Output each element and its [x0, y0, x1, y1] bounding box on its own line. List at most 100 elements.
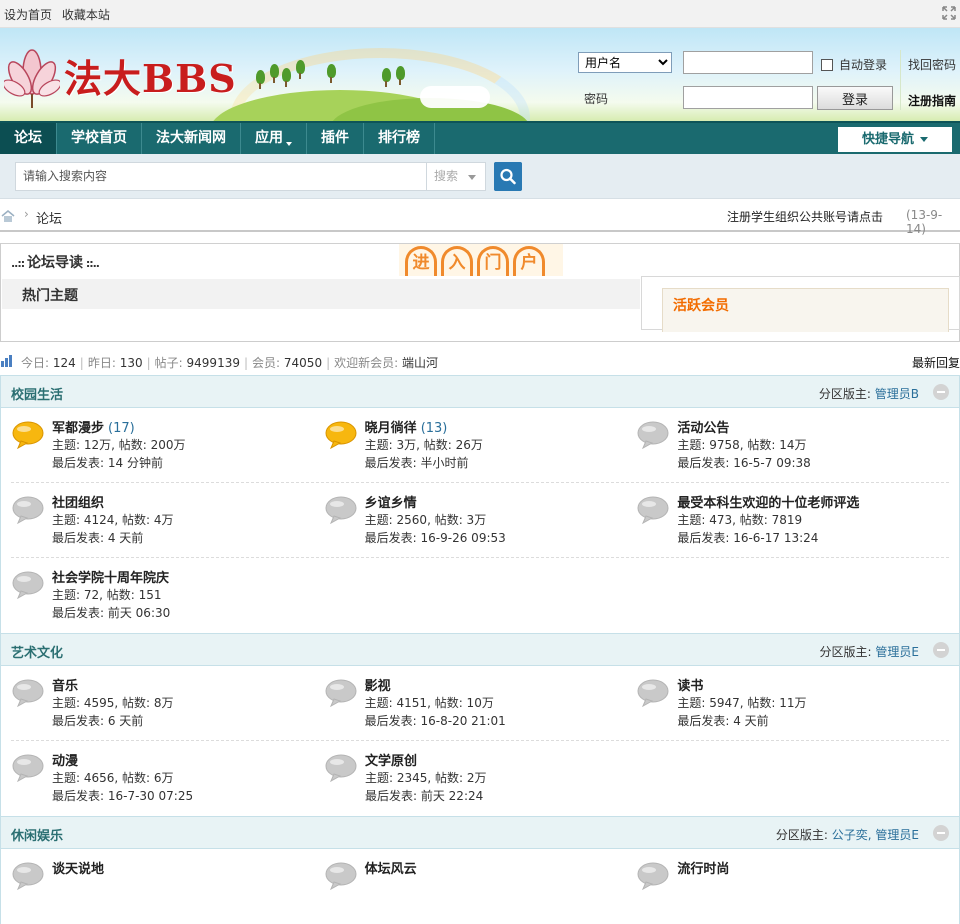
forum-last-post[interactable]: 最后发表: 4 天前 — [677, 712, 806, 730]
forum-title[interactable]: 活动公告 — [677, 421, 729, 436]
forum-name[interactable]: 乡谊乡情 — [365, 492, 417, 511]
register-guide-link[interactable]: 注册指南 — [908, 92, 956, 109]
auto-login-label: 自动登录 — [839, 58, 888, 72]
guide-title: ..:: 论坛导读 ::.. — [11, 252, 100, 272]
enter-portal-banner[interactable]: 进 入 门 户 — [399, 244, 563, 276]
find-password-link[interactable]: 找回密码 — [908, 56, 956, 73]
checkbox-icon[interactable] — [821, 58, 833, 71]
forum-last-post[interactable]: 最后发表: 16-5-7 09:38 — [677, 454, 810, 472]
stats-text: 今日: 124 | 昨日: 130 | 帖子: 9499139 | 会员: 74050 | 欢迎… — [21, 354, 438, 371]
forum-title[interactable]: 最受本科生欢迎的十位老师评选 — [677, 496, 859, 511]
nav-item-ranking[interactable]: 排行榜 — [364, 123, 435, 154]
forum-last-post[interactable]: 最后发表: 16-7-30 07:25 — [52, 787, 193, 805]
nav-item-news[interactable]: 法大新闻网 — [142, 123, 241, 154]
forum-last-post[interactable]: 最后发表: 前天 22:24 — [365, 787, 487, 805]
forum-name[interactable]: 军都漫步 (17) — [52, 417, 135, 436]
forum-title[interactable]: 体坛风云 — [365, 862, 417, 877]
pipe-divider: | — [243, 356, 249, 370]
set-home-link[interactable]: 设为首页 — [4, 8, 52, 22]
forum-name[interactable]: 流行时尚 — [677, 858, 729, 877]
forum-name[interactable]: 晓月徜徉 (13) — [365, 417, 448, 436]
forum-last-post[interactable]: 最后发表: 4 天前 — [52, 529, 174, 547]
home-icon[interactable] — [1, 210, 15, 222]
forum-title[interactable]: 军都漫步 — [52, 421, 104, 436]
forum-title[interactable]: 读书 — [677, 679, 703, 694]
site-logo-text[interactable]: 法大BBS — [64, 48, 237, 103]
search-button[interactable] — [494, 162, 522, 191]
new-posts-count: (13) — [420, 421, 448, 436]
moderator-link[interactable]: 管理员E — [875, 645, 919, 659]
forum-name[interactable]: 社团组织 — [52, 492, 104, 511]
forum-title[interactable]: 社团组织 — [52, 496, 104, 511]
forum-last-post[interactable]: 最后发表: 半小时前 — [365, 454, 483, 472]
forum-last-post[interactable]: 最后发表: 16-6-17 13:24 — [677, 529, 818, 547]
forum-name[interactable]: 最受本科生欢迎的十位老师评选 — [677, 492, 859, 511]
forum-name[interactable]: 动漫 — [52, 750, 78, 769]
new-member-link[interactable]: 端山河 — [402, 356, 438, 370]
section-name[interactable]: 休闲娱乐 — [11, 825, 63, 844]
forum-section: 休闲娱乐 分区版主: 公子奕, 管理员E 谈天说地 体坛风云 流行时尚 — [0, 816, 960, 924]
search-input[interactable]: 请输入搜索内容 — [15, 162, 427, 191]
forum-title[interactable]: 文学原创 — [365, 754, 417, 769]
forum-name[interactable]: 影视 — [365, 675, 391, 694]
magnolia-logo-icon[interactable] — [4, 44, 60, 108]
no-new-posts-bubble-icon — [12, 754, 44, 782]
latest-replies-link[interactable]: 最新回复 — [912, 354, 960, 371]
bookmark-link[interactable]: 收藏本站 — [62, 8, 110, 22]
forum-title[interactable]: 动漫 — [52, 754, 78, 769]
nav-item-forum[interactable]: 论坛 — [0, 123, 57, 154]
collapse-icon[interactable] — [933, 384, 949, 400]
collapse-icon[interactable] — [933, 825, 949, 841]
nav-item-plugins[interactable]: 插件 — [307, 123, 364, 154]
quick-nav-button[interactable]: 快捷导航 — [838, 127, 952, 152]
forum-title[interactable]: 影视 — [365, 679, 391, 694]
notice-link[interactable]: 注册学生组织公共账号请点击 — [727, 208, 883, 225]
collapse-icon[interactable] — [933, 642, 949, 658]
forum-title[interactable]: 音乐 — [52, 679, 78, 694]
forum-name[interactable]: 谈天说地 — [52, 858, 104, 877]
welcome-label: 欢迎新会员: — [334, 356, 399, 370]
forum-name[interactable]: 读书 — [677, 675, 703, 694]
forum-last-post[interactable]: 最后发表: 16-9-26 09:53 — [365, 529, 506, 547]
login-type-select[interactable]: 用户名 — [578, 52, 672, 73]
section-name[interactable]: 艺术文化 — [11, 642, 63, 661]
today-count: 124 — [52, 356, 76, 370]
active-members-tab[interactable]: 活跃会员 — [662, 288, 949, 332]
forum-name[interactable]: 音乐 — [52, 675, 78, 694]
forum-item: 社会学院十周年院庆 主题: 72, 帖数: 151 最后发表: 前天 06:30 — [11, 558, 324, 633]
forum-title[interactable]: 社会学院十周年院庆 — [52, 571, 169, 586]
login-button[interactable]: 登录 — [817, 86, 893, 110]
forum-title[interactable]: 乡谊乡情 — [365, 496, 417, 511]
tree-icon — [296, 60, 305, 79]
hot-topics-tab[interactable]: 热门主题 — [2, 279, 640, 309]
forum-name[interactable]: 文学原创 — [365, 750, 417, 769]
forum-title[interactable]: 晓月徜徉 — [365, 421, 417, 436]
forum-last-post[interactable]: 最后发表: 14 分钟前 — [52, 454, 186, 472]
forum-last-post[interactable]: 最后发表: 16-8-20 21:01 — [365, 712, 506, 730]
forum-stats: 主题: 3万, 帖数: 26万 — [364, 438, 483, 452]
forum-name[interactable]: 社会学院十周年院庆 — [52, 567, 169, 586]
breadcrumb-current[interactable]: 论坛 — [36, 208, 62, 227]
forum-last-post[interactable]: 最后发表: 6 天前 — [52, 712, 174, 730]
fullscreen-icon[interactable] — [942, 6, 956, 20]
forum-name[interactable]: 活动公告 — [677, 417, 729, 436]
forum-stats: 主题: 2560, 帖数: 3万 — [364, 513, 487, 527]
moderator-link[interactable]: 公子奕, 管理员E — [832, 828, 919, 842]
section-name[interactable]: 校园生活 — [11, 384, 63, 403]
forum-stats: 主题: 72, 帖数: 151 — [52, 588, 162, 602]
forum-name[interactable]: 体坛风云 — [365, 858, 417, 877]
nav-item-school-home[interactable]: 学校首页 — [57, 123, 142, 154]
forum-title[interactable]: 谈天说地 — [52, 862, 104, 877]
forum-stats: 主题: 2345, 帖数: 2万 — [365, 771, 487, 785]
new-posts-count: (17) — [108, 421, 135, 436]
nav-item-apps[interactable]: 应用 — [241, 123, 307, 154]
forum-stats: 主题: 4656, 帖数: 6万 — [52, 771, 174, 785]
moderator-link[interactable]: 管理员B — [875, 387, 919, 401]
auto-login-checkbox[interactable]: 自动登录 — [821, 56, 887, 73]
username-input[interactable] — [683, 51, 813, 74]
forum-last-post[interactable]: 最后发表: 前天 06:30 — [52, 604, 170, 622]
search-type-select[interactable]: 搜索 — [426, 162, 486, 191]
password-input[interactable] — [683, 86, 813, 109]
forum-title[interactable]: 流行时尚 — [677, 862, 729, 877]
forum-row: 音乐 主题: 4595, 帖数: 8万 最后发表: 6 天前 影视 主题: 4151, … — [11, 666, 949, 741]
